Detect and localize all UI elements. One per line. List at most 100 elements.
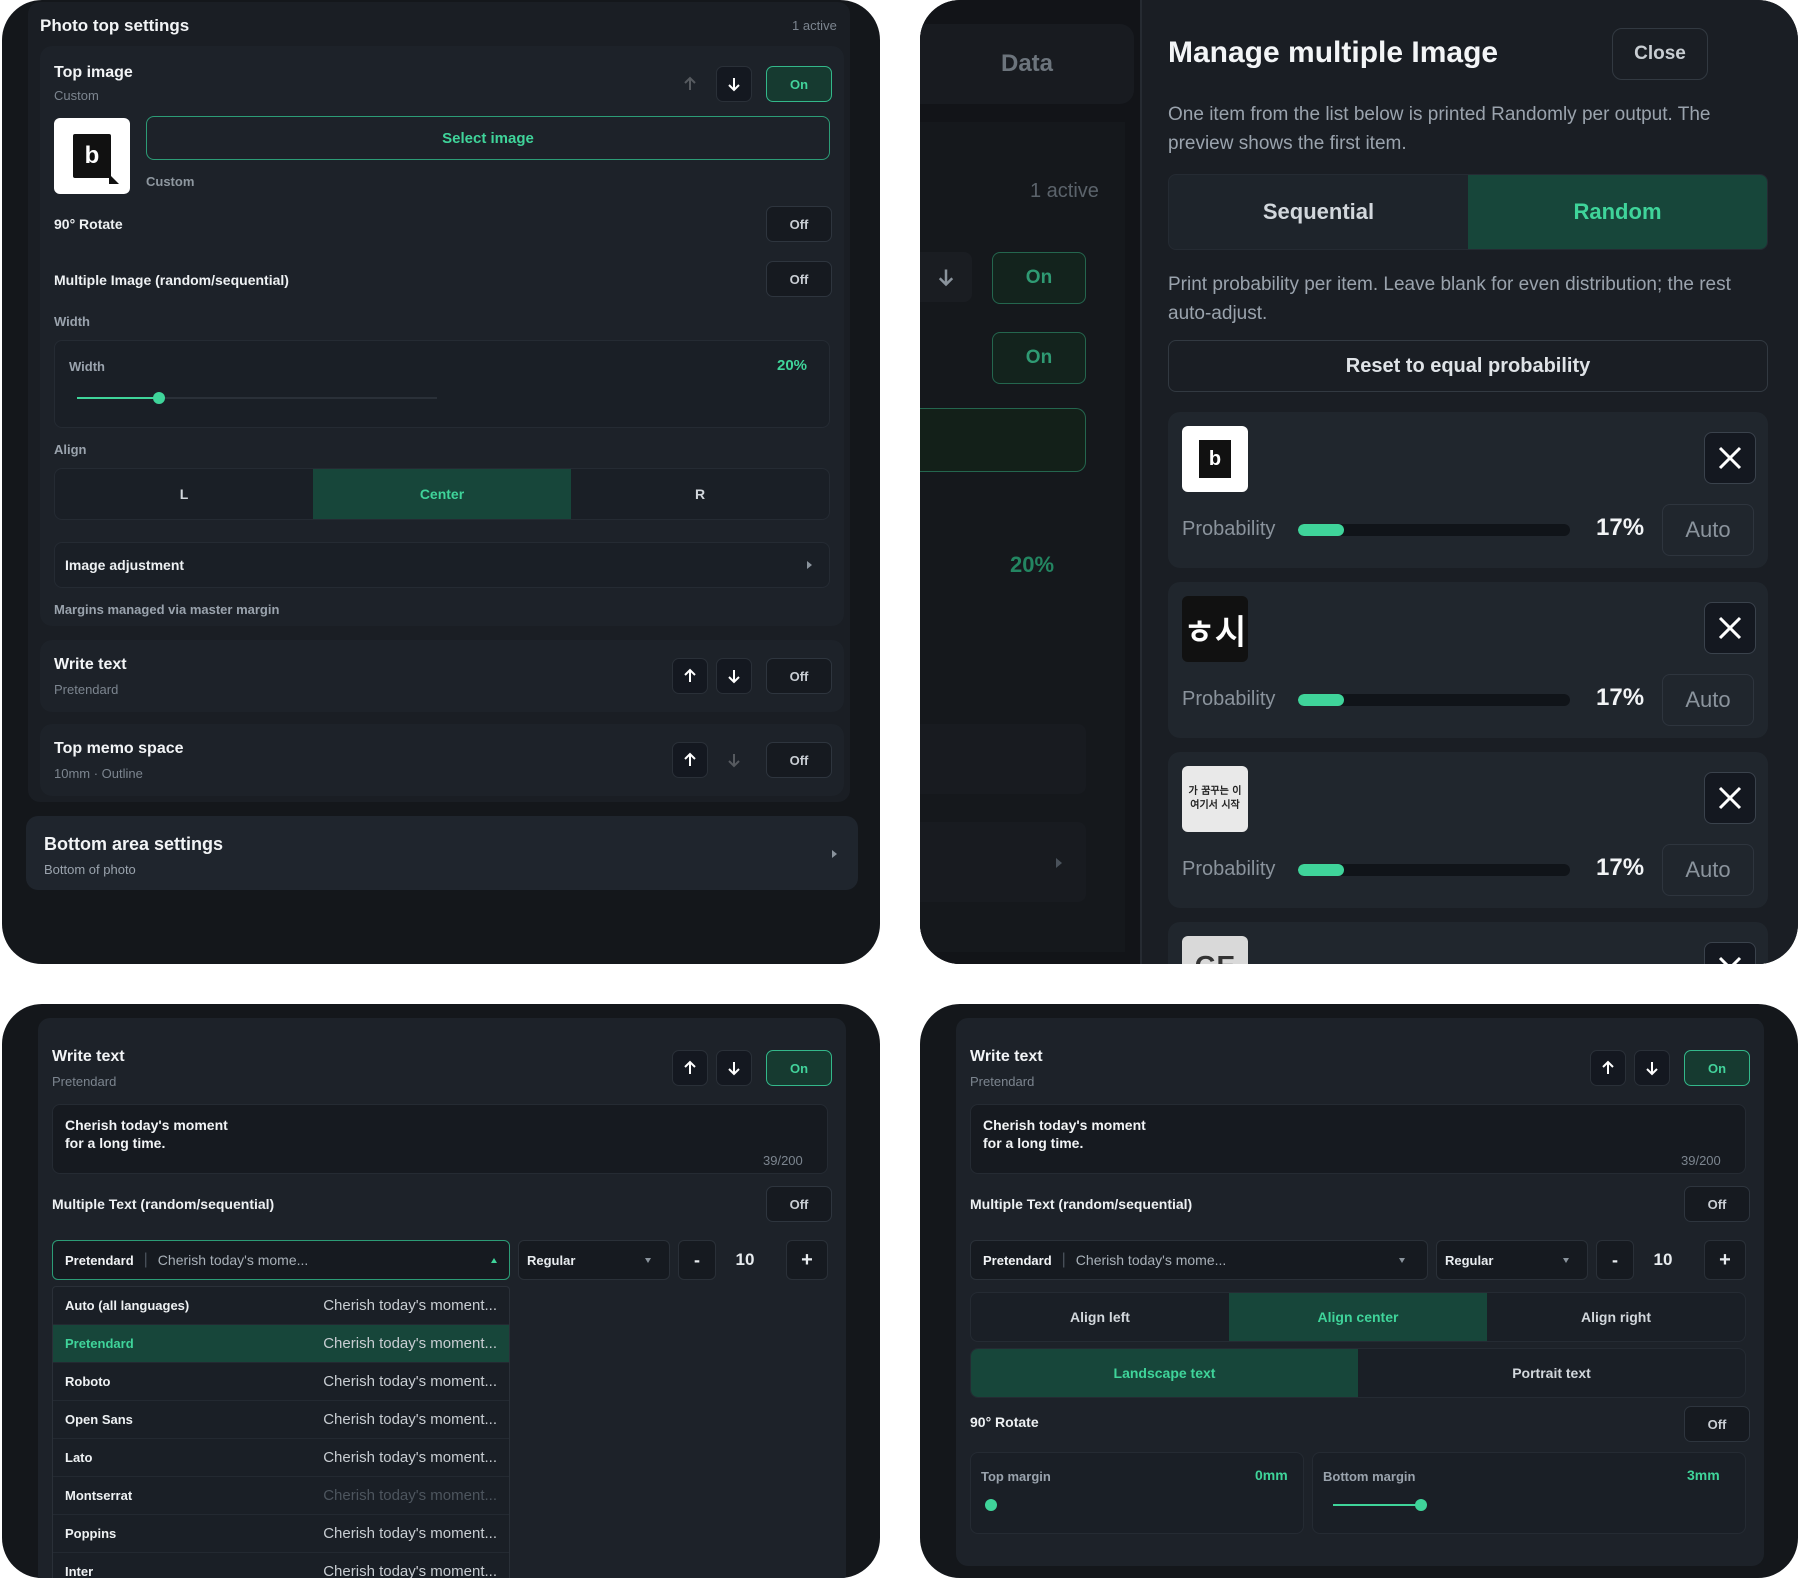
font-option[interactable]: Auto (all languages) Cherish today's mom… <box>53 1287 509 1325</box>
width-slider-handle[interactable] <box>153 392 165 404</box>
probability-value: 17% <box>1596 684 1645 711</box>
text-input-area[interactable]: Cherish today's moment for a long time. … <box>52 1104 828 1174</box>
remove-item-button[interactable] <box>1704 942 1756 964</box>
align-label: Align <box>54 442 87 457</box>
probability-auto-input[interactable]: Auto <box>1662 844 1754 896</box>
rotate-toggle[interactable]: Off <box>1684 1406 1750 1442</box>
font-dropdown-list: Auto (all languages) Cherish today's mom… <box>52 1286 510 1578</box>
caret-up-icon <box>491 1257 497 1263</box>
remove-item-button[interactable] <box>1704 432 1756 484</box>
write-text-toggle[interactable]: On <box>766 1050 832 1086</box>
image-item: 가 꿈꾸는 이 여기서 시작 Probability 17% Auto <box>1168 752 1768 908</box>
tab-data[interactable]: Data <box>920 24 1134 104</box>
char-counter: 39/200 <box>763 1153 803 1168</box>
multiple-text-toggle[interactable]: Off <box>766 1186 832 1222</box>
probability-auto-input[interactable]: Auto <box>1662 504 1754 556</box>
rotate-toggle[interactable]: Off <box>766 206 832 242</box>
probability-label: Probability <box>1182 688 1276 710</box>
mode-random-option[interactable]: Random <box>1468 175 1767 249</box>
font-option[interactable]: Inter Cherish today's moment... <box>53 1553 509 1578</box>
close-button[interactable]: Close <box>1612 28 1708 80</box>
size-decrease-button[interactable]: - <box>678 1240 716 1280</box>
bottom-area-card[interactable]: Bottom area settings Bottom of photo <box>26 816 858 890</box>
move-down-button[interactable] <box>716 742 752 778</box>
top-margin-slider-track[interactable] <box>991 1504 1079 1506</box>
reset-probability-button[interactable]: Reset to equal probability <box>1168 340 1768 392</box>
size-value[interactable]: 10 <box>722 1240 768 1280</box>
mode-sequential-option[interactable]: Sequential <box>1169 175 1468 249</box>
size-value[interactable]: 10 <box>1640 1240 1686 1280</box>
write-text-toggle[interactable]: On <box>1684 1050 1750 1086</box>
caret-down-icon <box>645 1257 651 1263</box>
top-image-subtitle: Custom <box>54 88 99 103</box>
size-increase-button[interactable]: + <box>1704 1240 1746 1280</box>
move-up-button[interactable] <box>672 658 708 694</box>
multiple-text-label: Multiple Text (random/sequential) <box>52 1196 275 1212</box>
probability-value: 17% <box>1596 514 1645 541</box>
bottom-margin-slider-fill[interactable] <box>1333 1504 1421 1506</box>
align-center-option[interactable]: Align center <box>1229 1293 1487 1341</box>
bottom-margin-slider-handle[interactable] <box>1415 1499 1427 1511</box>
move-down-button[interactable] <box>716 658 752 694</box>
arrow-up-icon <box>1602 1060 1614 1074</box>
top-margin-value: 0mm <box>1255 1467 1288 1483</box>
landscape-text-option[interactable]: Landscape text <box>971 1349 1358 1397</box>
probability-description: Print probability per item. Leave blank … <box>1168 274 1731 324</box>
text-input-area[interactable]: Cherish today's moment for a long time. … <box>970 1104 1746 1174</box>
font-option[interactable]: Roboto Cherish today's moment... <box>53 1363 509 1401</box>
width-slider-fill <box>77 397 159 399</box>
font-option[interactable]: Lato Cherish today's moment... <box>53 1439 509 1477</box>
modal-title: Manage multiple Image <box>1168 36 1499 69</box>
probability-auto-input[interactable]: Auto <box>1662 674 1754 726</box>
multiple-image-toggle[interactable]: Off <box>766 261 832 297</box>
arrow-down-icon <box>1646 1062 1658 1076</box>
move-down-button[interactable] <box>716 1050 752 1086</box>
weight-select[interactable]: Regular <box>518 1240 670 1280</box>
font-option[interactable]: Open Sans Cherish today's moment... <box>53 1401 509 1439</box>
mode-segmented-control: Sequential Random <box>1168 174 1768 250</box>
caret-down-icon <box>1399 1257 1405 1263</box>
align-left-option[interactable]: L <box>55 469 313 519</box>
align-right-option[interactable]: Align right <box>1487 1293 1745 1341</box>
write-text-toggle[interactable]: Off <box>766 658 832 694</box>
font-option[interactable]: Montserrat Cherish today's moment... <box>53 1477 509 1515</box>
move-down-button[interactable] <box>1634 1050 1670 1086</box>
top-image-toggle[interactable]: On <box>766 66 832 102</box>
probability-label: Probability <box>1182 518 1276 540</box>
bottom-area-title: Bottom area settings <box>44 834 224 854</box>
select-image-button[interactable]: Select image <box>146 116 830 160</box>
write-text-subtitle: Pretendard <box>970 1074 1035 1089</box>
font-select[interactable]: Pretendard | Cherish today's mome... <box>52 1240 510 1280</box>
manage-images-modal: Manage multiple Image Close One item fro… <box>1142 0 1798 964</box>
top-margin-slider-handle[interactable] <box>985 1499 997 1511</box>
font-option-selected[interactable]: Pretendard Cherish today's moment... <box>53 1325 509 1363</box>
top-memo-title: Top memo space <box>54 740 184 757</box>
image-item: GE <box>1168 922 1768 964</box>
font-option[interactable]: Poppins Cherish today's moment... <box>53 1515 509 1553</box>
remove-item-button[interactable] <box>1704 772 1756 824</box>
top-margin-slider-box: Top margin 0mm <box>970 1452 1304 1534</box>
align-segmented-control: L Center R <box>54 468 830 520</box>
align-left-option[interactable]: Align left <box>971 1293 1229 1341</box>
move-up-button[interactable] <box>672 742 708 778</box>
bg-toggle-on: On <box>992 332 1086 384</box>
align-center-option[interactable]: Center <box>313 469 571 519</box>
move-down-button[interactable] <box>716 66 752 102</box>
top-memo-toggle[interactable]: Off <box>766 742 832 778</box>
move-up-button[interactable] <box>672 66 708 102</box>
weight-select[interactable]: Regular <box>1436 1240 1588 1280</box>
bottom-area-subtitle: Bottom of photo <box>44 862 136 877</box>
image-adjustment-row[interactable]: Image adjustment <box>54 542 830 588</box>
char-counter: 39/200 <box>1681 1153 1721 1168</box>
align-right-option[interactable]: R <box>571 469 829 519</box>
font-select-value: Pretendard <box>65 1252 134 1268</box>
write-text-title: Write text <box>970 1048 1043 1065</box>
move-up-button[interactable] <box>1590 1050 1626 1086</box>
portrait-text-option[interactable]: Portrait text <box>1358 1349 1745 1397</box>
move-up-button[interactable] <box>672 1050 708 1086</box>
remove-item-button[interactable] <box>1704 602 1756 654</box>
size-increase-button[interactable]: + <box>786 1240 828 1280</box>
size-decrease-button[interactable]: - <box>1596 1240 1634 1280</box>
multiple-text-toggle[interactable]: Off <box>1684 1186 1750 1222</box>
font-select[interactable]: Pretendard | Cherish today's mome... <box>970 1240 1428 1280</box>
